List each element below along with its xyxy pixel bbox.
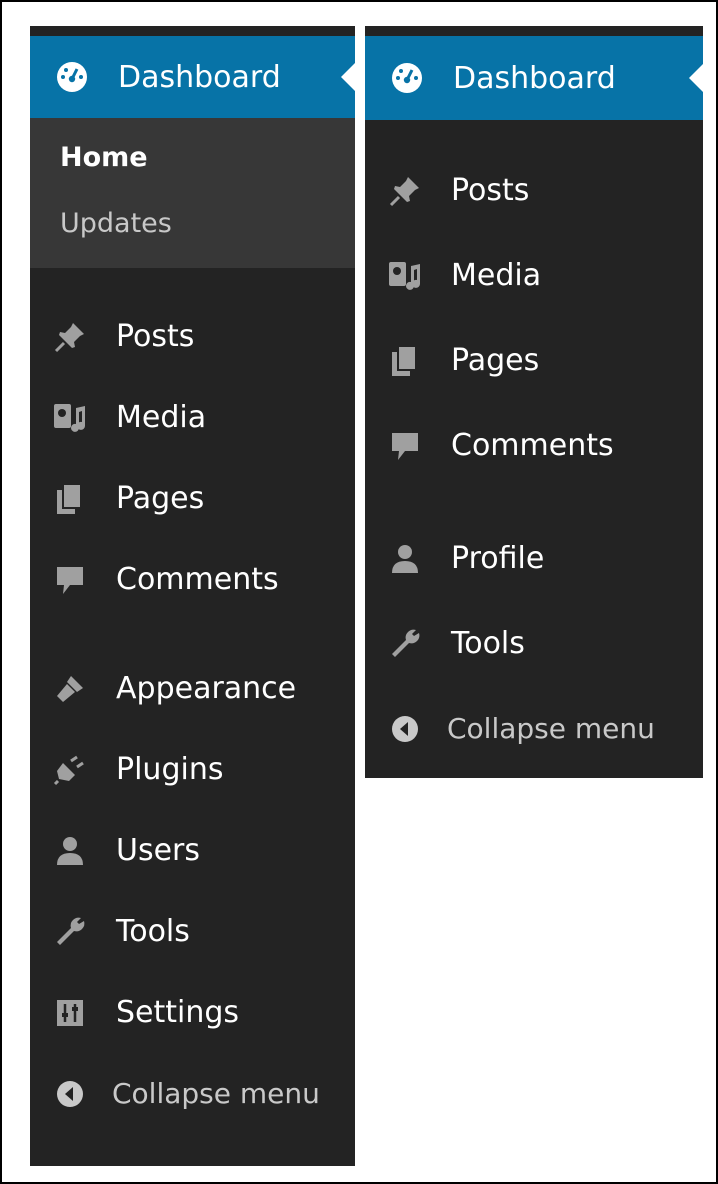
menu-top-strip bbox=[365, 26, 703, 36]
comments-label: Comments bbox=[116, 562, 279, 597]
menu-item-profile[interactable]: Profile bbox=[365, 516, 703, 601]
settings-label: Settings bbox=[116, 995, 240, 1030]
media-icon bbox=[385, 256, 425, 296]
menu-item-posts[interactable]: Posts bbox=[365, 148, 703, 233]
menu-item-plugins[interactable]: Plugins bbox=[30, 729, 355, 810]
current-menu-caret bbox=[341, 61, 357, 93]
user-icon bbox=[385, 539, 425, 579]
menu-item-settings[interactable]: Settings bbox=[30, 972, 355, 1053]
settings-icon bbox=[50, 993, 90, 1033]
menu-item-media[interactable]: Media bbox=[365, 233, 703, 318]
menu-separator bbox=[30, 268, 355, 296]
menu-top-strip bbox=[30, 26, 355, 36]
menu-item-tools[interactable]: Tools bbox=[365, 601, 703, 686]
collapse-menu-button[interactable]: Collapse menu bbox=[365, 686, 703, 771]
collapse-label: Collapse menu bbox=[112, 1077, 320, 1110]
menu-item-posts[interactable]: Posts bbox=[30, 296, 355, 377]
menu-item-tools[interactable]: Tools bbox=[30, 891, 355, 972]
menu-item-media[interactable]: Media bbox=[30, 377, 355, 458]
media-label: Media bbox=[451, 258, 542, 293]
menu-item-dashboard[interactable]: Dashboard bbox=[30, 36, 357, 118]
menu-separator bbox=[365, 120, 703, 148]
media-icon bbox=[50, 398, 90, 438]
profile-label: Profile bbox=[451, 541, 545, 576]
menu-item-appearance[interactable]: Appearance bbox=[30, 648, 355, 729]
posts-label: Posts bbox=[451, 173, 530, 208]
menu-item-comments[interactable]: Comments bbox=[365, 403, 703, 488]
pushpin-icon bbox=[385, 171, 425, 211]
comment-icon bbox=[385, 426, 425, 466]
menu-item-dashboard[interactable]: Dashboard bbox=[365, 36, 705, 120]
dashboard-label: Dashboard bbox=[453, 60, 616, 96]
collapse-arrow-icon bbox=[385, 709, 425, 749]
menu-item-users[interactable]: Users bbox=[30, 810, 355, 891]
pages-icon bbox=[385, 341, 425, 381]
plugin-icon bbox=[50, 750, 90, 790]
pages-icon bbox=[50, 479, 90, 519]
pages-label: Pages bbox=[451, 343, 540, 378]
user-icon bbox=[50, 831, 90, 871]
posts-label: Posts bbox=[116, 319, 195, 354]
pages-label: Pages bbox=[116, 481, 205, 516]
menu-item-pages[interactable]: Pages bbox=[30, 458, 355, 539]
dashboard-submenu: Home Updates bbox=[30, 118, 355, 268]
admin-menu-expanded: Dashboard Home Updates Posts Media Pages… bbox=[30, 26, 357, 1166]
wrench-icon bbox=[50, 912, 90, 952]
submenu-item-updates[interactable]: Updates bbox=[60, 208, 355, 240]
menu-separator bbox=[365, 488, 703, 516]
current-menu-caret bbox=[689, 62, 705, 94]
users-label: Users bbox=[116, 833, 201, 868]
wrench-icon bbox=[385, 624, 425, 664]
comment-icon bbox=[50, 560, 90, 600]
collapse-label: Collapse menu bbox=[447, 712, 655, 745]
comments-label: Comments bbox=[451, 428, 614, 463]
tools-label: Tools bbox=[451, 626, 525, 661]
dashboard-label: Dashboard bbox=[118, 59, 281, 95]
menu-item-comments[interactable]: Comments bbox=[30, 539, 355, 620]
pushpin-icon bbox=[50, 317, 90, 357]
tools-label: Tools bbox=[116, 914, 190, 949]
menu-item-pages[interactable]: Pages bbox=[365, 318, 703, 403]
collapse-arrow-icon bbox=[50, 1074, 90, 1114]
media-label: Media bbox=[116, 400, 207, 435]
submenu-item-home[interactable]: Home bbox=[60, 142, 355, 174]
admin-menu-simple: Dashboard Posts Media Pages Comments Pro… bbox=[365, 26, 705, 778]
collapse-menu-button[interactable]: Collapse menu bbox=[30, 1053, 355, 1134]
appearance-label: Appearance bbox=[116, 671, 297, 706]
plugins-label: Plugins bbox=[116, 752, 224, 787]
dashboard-icon bbox=[387, 58, 427, 98]
paintbrush-icon bbox=[50, 669, 90, 709]
dashboard-icon bbox=[52, 57, 92, 97]
menu-separator bbox=[30, 620, 355, 648]
